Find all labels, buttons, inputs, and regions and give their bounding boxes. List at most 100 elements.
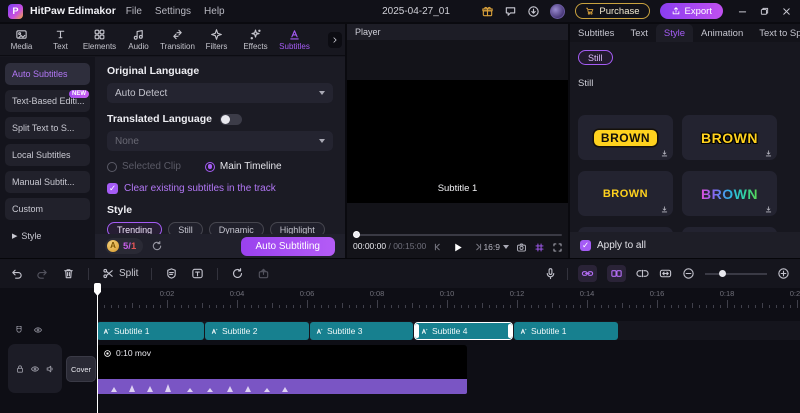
video-clip[interactable]: 0:10 mov — [97, 345, 467, 394]
apply-to-all-bar[interactable]: ✓ Apply to all — [570, 232, 800, 258]
tab-media[interactable]: Media — [2, 24, 41, 55]
radio-main-timeline[interactable]: Main Timeline — [205, 161, 282, 172]
radio-icon[interactable] — [107, 162, 117, 172]
seek-handle[interactable] — [353, 231, 360, 238]
eye-icon[interactable] — [30, 364, 40, 374]
fit-timeline-button[interactable] — [659, 267, 672, 280]
sidebar-item-local-subtitles[interactable]: Local Subtitles — [5, 144, 90, 166]
add-text-button[interactable] — [191, 267, 204, 280]
translated-language-select[interactable]: None — [107, 131, 333, 151]
lock-icon[interactable] — [15, 364, 25, 374]
voiceover-button[interactable] — [544, 267, 557, 280]
unlink-clips-button[interactable] — [636, 267, 649, 280]
subtitle-clip[interactable]: Subtitle 2 — [205, 322, 309, 340]
previous-frame-icon[interactable] — [432, 242, 442, 252]
clear-subtitles-checkbox[interactable]: ✓ — [107, 183, 118, 194]
tab-effects[interactable]: Effects — [236, 24, 275, 55]
playhead[interactable] — [94, 283, 101, 413]
fullscreen-icon[interactable] — [552, 242, 563, 253]
radio-selected-clip[interactable]: Selected Clip — [107, 161, 181, 172]
zoom-in-button[interactable] — [777, 267, 790, 280]
original-language-select[interactable]: Auto Detect — [107, 83, 333, 103]
style-preset-card[interactable]: BROWN — [682, 171, 777, 216]
sidebar-item-text-based-editi[interactable]: Text-Based Editi...NEW — [5, 90, 90, 112]
eye-icon[interactable] — [33, 325, 43, 335]
grid-overlay-icon[interactable] — [534, 242, 545, 253]
apply-to-all-checkbox[interactable]: ✓ — [580, 240, 591, 251]
style-preset-card[interactable]: BROWN — [682, 115, 777, 160]
next-frame-icon[interactable] — [473, 242, 483, 252]
tab-subtitles[interactable]: Subtitles — [275, 24, 314, 55]
download-small-icon[interactable] — [660, 149, 669, 158]
tabs-more-chevron-icon[interactable] — [328, 32, 342, 48]
menu-settings[interactable]: Settings — [155, 6, 191, 17]
tab-text[interactable]: Text — [41, 24, 80, 55]
clear-subtitles-row[interactable]: ✓ Clear existing subtitles in the track — [107, 183, 333, 194]
play-icon[interactable] — [451, 241, 464, 254]
style-filter-pill[interactable]: Still — [578, 50, 613, 65]
auto-subtitling-button[interactable]: Auto Subtitling — [241, 237, 336, 256]
minimize-icon[interactable] — [737, 6, 748, 17]
sidebar-item-auto-subtitles[interactable]: Auto Subtitles — [5, 63, 90, 85]
tab-elements[interactable]: Elements — [80, 24, 119, 55]
subtitle-clip[interactable]: Subtitle 3 — [310, 322, 413, 340]
avatar[interactable] — [550, 4, 565, 19]
tab-style[interactable]: Style — [656, 24, 693, 42]
video-preview[interactable]: Subtitle 1 — [347, 80, 568, 203]
zoom-out-button[interactable] — [682, 267, 695, 280]
sidebar-item-custom[interactable]: Custom — [5, 198, 90, 220]
sidebar-item-split-text-to-s[interactable]: Split Text to S... — [5, 117, 90, 139]
tab-filters[interactable]: Filters — [197, 24, 236, 55]
magnet-icon[interactable] — [14, 325, 24, 335]
close-icon[interactable] — [781, 6, 792, 17]
timeline-zoom-slider[interactable] — [705, 269, 767, 279]
export-button[interactable]: Export — [660, 3, 723, 19]
ruler-tick — [433, 305, 434, 308]
link-clips-button[interactable] — [578, 265, 597, 282]
ruler-tick — [223, 305, 224, 308]
tab-text-to-speech[interactable]: Text to Speech — [751, 24, 800, 42]
gift-icon[interactable] — [481, 5, 494, 18]
radio-icon[interactable] — [205, 162, 215, 172]
tab-animation[interactable]: Animation — [693, 24, 751, 42]
restore-icon[interactable] — [759, 6, 770, 17]
translated-language-toggle[interactable] — [220, 114, 242, 125]
style-protect-button[interactable] — [165, 267, 178, 280]
menu-help[interactable]: Help — [204, 6, 225, 17]
tab-subtitles[interactable]: Subtitles — [570, 24, 622, 42]
sidebar-item-manual-subtit[interactable]: Manual Subtit... — [5, 171, 90, 193]
subtitle-clip[interactable]: Subtitle 1 — [97, 322, 204, 340]
preset-text: BROWN — [594, 130, 657, 146]
slider-handle[interactable] — [719, 270, 726, 277]
style-preset-card[interactable]: BROWN — [578, 115, 673, 160]
snapshot-icon[interactable] — [516, 242, 527, 253]
undo-button[interactable] — [10, 267, 23, 280]
style-preset-card[interactable]: BROWN — [578, 171, 673, 216]
download-small-icon[interactable] — [764, 205, 773, 214]
delete-button[interactable] — [62, 267, 75, 280]
subtitle-overlay[interactable]: Subtitle 1 — [347, 183, 568, 194]
waveform-peak — [207, 388, 213, 392]
seek-track[interactable] — [353, 234, 562, 236]
slider-track[interactable] — [705, 273, 767, 275]
tab-text[interactable]: Text — [622, 24, 655, 42]
subtitle-clip[interactable]: Subtitle 1 — [514, 322, 618, 340]
speaker-icon[interactable] — [45, 364, 55, 374]
cover-button[interactable]: Cover — [66, 356, 96, 382]
player-seekbar[interactable] — [353, 231, 562, 239]
aspect-ratio-select[interactable]: 16:9 — [483, 242, 509, 252]
download-icon[interactable] — [527, 5, 540, 18]
purchase-button[interactable]: Purchase — [575, 3, 649, 19]
tab-transition[interactable]: Transition — [158, 24, 197, 55]
download-small-icon[interactable] — [660, 205, 669, 214]
menu-file[interactable]: File — [126, 6, 142, 17]
feedback-icon[interactable] — [504, 5, 517, 18]
split-button[interactable]: Split — [102, 267, 138, 280]
reset-button[interactable] — [231, 267, 244, 280]
subtitle-clip[interactable]: Subtitle 4 — [414, 322, 513, 340]
sidebar-item-style[interactable]: ▶Style — [5, 225, 90, 247]
download-small-icon[interactable] — [764, 149, 773, 158]
refresh-icon[interactable] — [151, 240, 163, 252]
tab-audio[interactable]: Audio — [119, 24, 158, 55]
track-mode-button[interactable] — [607, 265, 626, 282]
